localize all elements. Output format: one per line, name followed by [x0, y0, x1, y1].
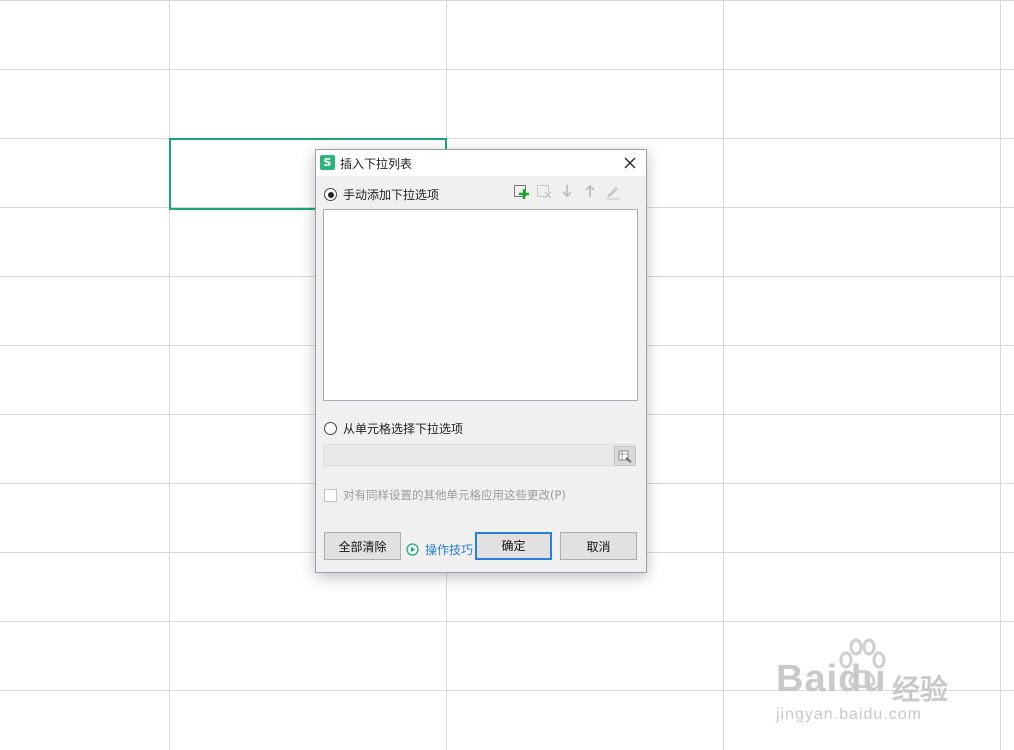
ok-button[interactable]: 确定 [475, 532, 552, 560]
edit-item-button[interactable] [604, 182, 622, 200]
list-toolbar [512, 182, 627, 200]
edit-item-icon [606, 187, 620, 200]
dialog-titlebar[interactable]: S 插入下拉列表 [316, 150, 646, 176]
close-button[interactable] [620, 153, 640, 173]
tips-link-label: 操作技巧 [425, 543, 474, 557]
add-item-button[interactable] [512, 182, 530, 200]
watermark-url: jingyan.baidu.com [776, 706, 922, 723]
row-divider [0, 0, 1014, 1]
apply-same-settings-row[interactable]: 对有同样设置的其他单元格应用这些更改(P) [324, 487, 566, 503]
manual-option-radio-row[interactable]: 手动添加下拉选项 [324, 186, 439, 203]
clear-all-button[interactable]: 全部清除 [324, 532, 401, 560]
manual-option-label: 手动添加下拉选项 [343, 188, 440, 202]
move-down-button[interactable] [558, 182, 576, 200]
column-divider [169, 0, 170, 750]
delete-item-icon [537, 185, 552, 199]
play-circle-icon [406, 543, 419, 556]
row-divider [0, 621, 1014, 622]
row-divider [0, 138, 1014, 139]
dialog-title: 插入下拉列表 [340, 157, 413, 171]
wps-spreadsheet-logo-icon: S [320, 155, 335, 170]
range-select-icon [618, 450, 632, 463]
column-divider [723, 0, 724, 750]
move-up-button[interactable] [581, 182, 599, 200]
watermark-cn-text: 经验 [892, 673, 949, 706]
apply-same-settings-label: 对有同样设置的其他单元格应用这些更改(P) [343, 488, 566, 502]
cancel-button[interactable]: 取消 [560, 532, 637, 560]
cell-option-radio[interactable] [324, 422, 337, 435]
column-divider [1000, 0, 1001, 750]
cell-option-radio-row[interactable]: 从单元格选择下拉选项 [324, 420, 463, 437]
apply-same-settings-checkbox[interactable] [324, 488, 337, 502]
dropdown-options-list[interactable] [323, 209, 638, 401]
watermark-brand: Baidu [776, 658, 887, 700]
range-select-button[interactable] [614, 446, 636, 466]
manual-option-radio[interactable] [324, 188, 337, 201]
move-up-icon [585, 184, 595, 197]
row-divider [0, 69, 1014, 70]
delete-item-button[interactable] [535, 182, 553, 200]
move-down-icon [562, 185, 572, 198]
close-icon [624, 157, 636, 169]
add-item-icon [514, 185, 529, 199]
cell-range-input[interactable] [323, 444, 636, 466]
tips-link[interactable]: 操作技巧 [406, 541, 473, 558]
cell-option-label: 从单元格选择下拉选项 [343, 422, 464, 436]
baidu-jingyan-watermark: Baidu 经验 jingyan.baidu.com [776, 636, 966, 736]
insert-dropdown-dialog: S 插入下拉列表 手动添加下拉选项 从单元格选择下拉选项 对有同样设置的其他单元… [315, 149, 647, 573]
